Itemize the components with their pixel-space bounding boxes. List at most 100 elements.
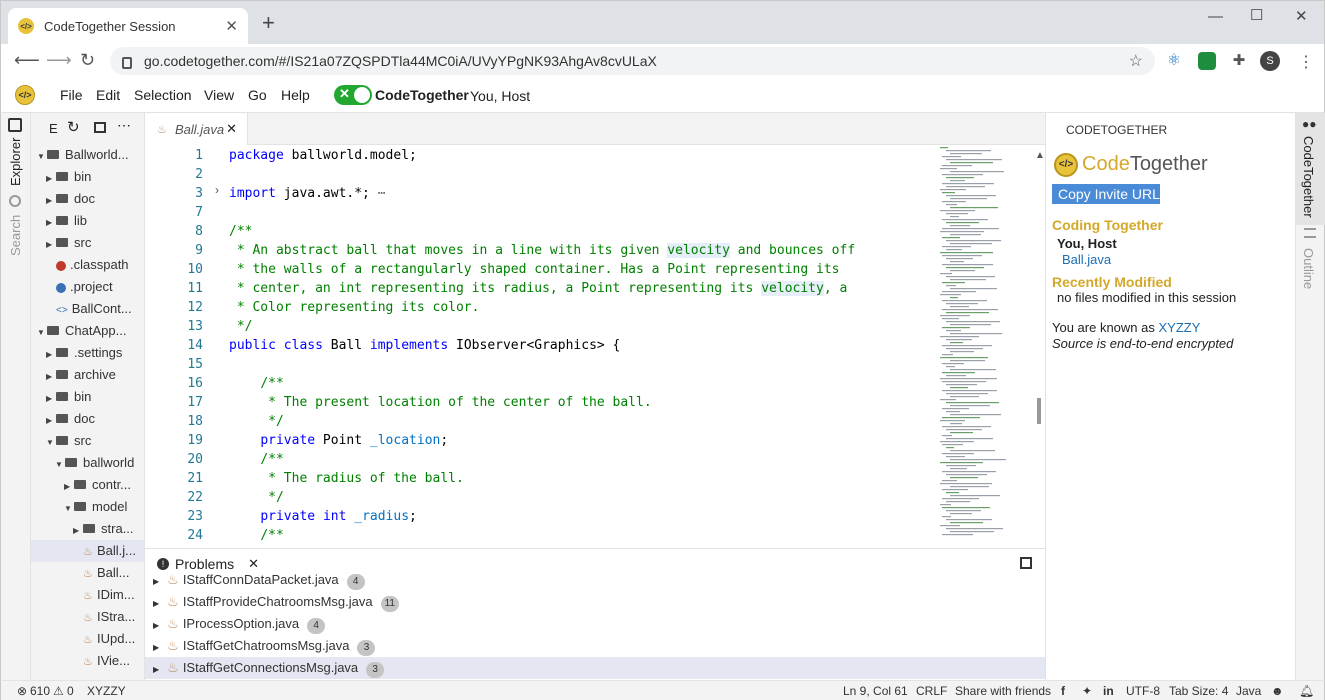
more-actions-icon[interactable]: ⋯ [117,117,131,134]
tree-item[interactable]: ▼ ballworld [31,452,144,476]
tree-item[interactable]: ▶ .settings [31,342,144,364]
chevron-down-icon[interactable]: ▼ [55,454,65,476]
warning-count[interactable]: 0 [67,684,74,698]
outline-view-tab[interactable]: Outline [1301,248,1316,289]
code-line[interactable]: * center, an int representing its radius… [229,279,847,298]
close-window-icon[interactable]: ✕ [1295,7,1308,25]
explorer-tab[interactable]: Explorer [8,138,23,186]
scroll-up-icon[interactable]: ▲ [1035,150,1045,161]
maximize-icon[interactable]: ☐ [1250,6,1263,24]
problem-file-row[interactable]: ▶ ♨ IStaffConnDataPacket.java 4 [145,569,1045,591]
code-line[interactable]: * the walls of a rectangularly shaped co… [229,260,840,279]
chevron-right-icon[interactable]: ▶ [153,621,159,630]
outline-icon[interactable] [1304,228,1316,238]
code-line[interactable]: * The present location of the center of … [229,393,652,412]
code-line[interactable]: */ [229,412,284,431]
cast-extension-icon[interactable] [1198,52,1216,70]
tree-item[interactable]: ♨ IDim... [31,584,144,606]
reload-icon[interactable]: ↻ [80,50,95,71]
code-line[interactable]: public class Ball implements IObserver<G… [229,336,620,355]
tree-item[interactable]: ♨ Ball... [31,562,144,584]
tree-item[interactable]: ▶ bin [31,386,144,410]
url-bar[interactable]: go.codetogether.com/#/IS21a07ZQSPDTla44M… [110,47,1155,75]
browser-tab[interactable]: </> CodeTogether Session ✕ [8,8,248,44]
code-line[interactable]: /** [229,222,252,241]
minimap[interactable] [940,145,1020,548]
code-line[interactable]: package ballworld.model; [229,146,417,165]
session-toggle[interactable]: ✕ [334,85,372,105]
tree-item[interactable]: ▼ model [31,496,144,518]
known-as-name[interactable]: XYZZY [1159,320,1201,335]
code-line[interactable]: private int _radius; [229,507,417,526]
problem-file-row[interactable]: ▶ ♨ IStaffGetConnectionsMsg.java 3 [145,657,1045,679]
line-ending[interactable]: CRLF [916,684,947,698]
menu-go[interactable]: Go [248,87,267,103]
tree-item[interactable]: <> BallCont... [31,298,144,320]
refresh-icon[interactable]: ↻ [67,118,80,136]
chevron-right-icon[interactable]: ▶ [73,520,83,542]
tree-item[interactable]: ▶ contr... [31,474,144,496]
search-icon[interactable] [9,195,21,207]
share-with-friends[interactable]: Share with friends [955,684,1051,698]
menu-edit[interactable]: Edit [96,87,120,103]
notifications-icon[interactable]: 🔔︎ [1299,684,1314,698]
tab-size[interactable]: Tab Size: 4 [1169,684,1228,698]
tree-item[interactable]: ♨ Ball.j... [31,540,144,562]
error-count[interactable]: 610 [30,684,50,698]
chevron-right-icon[interactable]: ▶ [46,388,56,410]
code-line[interactable]: */ [229,488,284,507]
collapse-all-icon[interactable] [94,122,106,133]
fold-chevron-icon[interactable]: › [215,183,219,197]
code-line[interactable]: /** [229,526,283,545]
chevron-right-icon[interactable]: ▶ [153,599,159,608]
tree-item[interactable]: ▶ lib [31,210,144,234]
new-tab-icon[interactable]: + [262,12,275,34]
extensions-puzzle-icon[interactable]: ✚ [1230,52,1248,70]
problem-file-row[interactable]: ▶ ♨ IProcessOption.java 4 [145,613,1045,635]
tree-item[interactable]: .project [31,276,144,298]
bookmark-star-icon[interactable]: ☆ [1129,51,1143,71]
tree-item[interactable]: ▶ bin [31,166,144,190]
copy-invite-url-button[interactable]: Copy Invite URL [1052,184,1160,204]
editor-tab-ball-java[interactable]: ♨ Ball.java ✕ [145,113,248,145]
error-icon[interactable]: ⊗ [17,684,27,698]
chevron-right-icon[interactable]: ▶ [153,665,159,674]
code-line[interactable]: * The radius of the ball. [229,469,464,488]
warning-icon[interactable]: ⚠ [53,684,64,698]
code-line[interactable]: /** [229,374,283,393]
chevron-down-icon[interactable]: ▼ [46,432,56,454]
forward-icon[interactable]: ⟶ [46,50,72,71]
problem-file-row[interactable]: ▶ ♨ IStaffProvideChatroomsMsg.java 11 [145,591,1045,613]
minimize-icon[interactable]: — [1208,8,1223,25]
feedback-icon[interactable]: ☻ [1271,684,1284,698]
linkedin-icon[interactable]: in [1103,684,1114,698]
menu-file[interactable]: File [60,87,83,103]
files-icon[interactable] [8,118,22,132]
facebook-icon[interactable]: f [1061,684,1065,698]
search-tab[interactable]: Search [8,215,23,256]
browser-menu-icon[interactable]: ⋮ [1298,52,1314,72]
chevron-right-icon[interactable]: ▶ [46,410,56,432]
code-editor[interactable]: 1 package ballworld.model; 2 3 import java.a… [145,145,1045,548]
chevron-down-icon[interactable]: ▼ [37,146,47,168]
chevron-right-icon[interactable]: ▶ [46,190,56,212]
back-icon[interactable]: ⟵ [14,50,40,71]
menu-help[interactable]: Help [281,87,310,103]
code-line[interactable]: private Point _location; [229,431,448,450]
tree-item[interactable]: ▶ stra... [31,518,144,542]
chevron-right-icon[interactable]: ▶ [46,212,56,234]
menu-selection[interactable]: Selection [134,87,192,103]
chevron-right-icon[interactable]: ▶ [46,366,56,388]
codetogether-view-tab[interactable]: CodeTogether [1301,136,1316,218]
cursor-position[interactable]: Ln 9, Col 61 [843,684,908,698]
tree-item[interactable]: ▼ Ballworld... [31,144,144,168]
chevron-down-icon[interactable]: ▼ [37,322,47,344]
maximize-panel-icon[interactable] [1020,557,1032,569]
close-tab-icon[interactable]: ✕ [225,17,238,35]
tree-item[interactable]: .classpath [31,254,144,276]
problem-file-row[interactable]: ▶ ♨ IStaffGetChatroomsMsg.java 3 [145,635,1045,657]
participants-icon[interactable]: ●● [1302,117,1317,131]
tree-item[interactable]: ▶ doc [31,408,144,432]
code-line[interactable]: import java.awt.*; ⋯ [229,184,386,203]
chevron-right-icon[interactable]: ▶ [46,168,56,190]
